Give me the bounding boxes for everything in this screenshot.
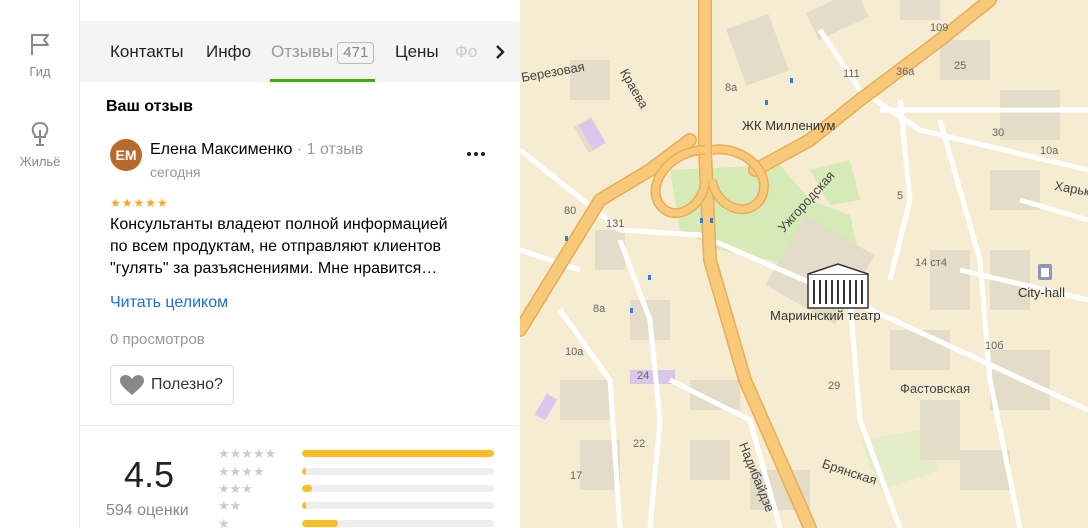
house-number: 10а xyxy=(565,346,584,358)
tab-info[interactable]: Инфо xyxy=(206,42,251,62)
distribution-bar xyxy=(302,450,494,457)
author-review-count: · 1 отзыв xyxy=(296,141,364,158)
house-number: 30 xyxy=(992,127,1005,139)
map-label-city-hall[interactable]: City-hall xyxy=(1018,285,1065,300)
distribution-fill xyxy=(302,450,494,457)
tab-prices[interactable]: Цены xyxy=(395,42,439,62)
house-number: 22 xyxy=(633,438,646,450)
helpful-button[interactable]: Полезно? xyxy=(110,365,234,405)
review-more-button[interactable] xyxy=(464,142,488,166)
review-stars: ★★★★★ xyxy=(110,196,169,210)
distribution-fill xyxy=(302,468,306,475)
house-number: 80 xyxy=(564,205,577,217)
rail-item-label: Гид xyxy=(29,64,51,79)
distribution-fill xyxy=(302,502,306,509)
tab-contacts[interactable]: Контакты xyxy=(110,42,183,62)
distribution-row-5: ★★★★★ xyxy=(218,446,498,461)
street-label: Фастовская xyxy=(900,381,971,396)
distribution-stars: ★★★★★ xyxy=(218,446,277,461)
rail-item-housing[interactable]: Жильё xyxy=(0,120,80,169)
tab-photos[interactable]: Фо xyxy=(455,42,477,62)
flag-icon xyxy=(31,34,49,55)
tab-bar: Контакты Инфо Отзывы 471 Цены Фо xyxy=(80,22,520,82)
tab-reviews[interactable]: Отзывы 471 xyxy=(271,42,375,64)
house-number: 25 xyxy=(954,60,967,72)
house-number: 109 xyxy=(930,22,949,34)
house-number: 17 xyxy=(570,470,583,482)
rail-item-label: Жильё xyxy=(19,154,61,169)
avatar[interactable]: ЕМ xyxy=(110,139,142,171)
author-name[interactable]: Елена Максименко xyxy=(150,141,292,158)
house-number: 10а xyxy=(1040,145,1059,157)
heart-icon xyxy=(120,375,144,395)
rail-item-guide[interactable]: Гид xyxy=(0,30,80,79)
tabs-next-button[interactable] xyxy=(480,22,520,82)
house-number: 24 xyxy=(637,370,650,382)
distribution-stars: ★ xyxy=(218,516,230,528)
house-number: 131 xyxy=(606,218,625,230)
house-number: 8а xyxy=(593,303,606,315)
map-canvas[interactable] xyxy=(520,0,1088,528)
house-number: 29 xyxy=(828,380,841,392)
review-views: 0 просмотров xyxy=(110,331,205,348)
tab-reviews-count: 471 xyxy=(337,42,375,64)
panel-top-strip xyxy=(80,0,520,22)
city-hall-icon xyxy=(1038,264,1052,280)
house-number: 5 xyxy=(897,190,904,202)
house-number: 36а xyxy=(896,66,915,78)
distribution-stars: ★★★★ xyxy=(218,464,265,479)
house-number: 8а xyxy=(725,82,738,94)
theatre-icon xyxy=(807,263,869,309)
your-review-title: Ваш отзыв xyxy=(106,98,193,115)
distribution-bar xyxy=(302,502,494,509)
distribution-row-2: ★★ xyxy=(218,498,498,513)
section-divider xyxy=(80,425,520,426)
review-text-line: по всем продуктам, не отправляют клиенто… xyxy=(110,238,442,255)
review-author: Елена Максименко · 1 отзыв xyxy=(150,141,363,159)
distribution-row-3: ★★★ xyxy=(218,481,498,496)
rating-count: 594 оценки xyxy=(106,502,189,519)
map-view[interactable]: ЖК Миллениум Мариинский театр City-hall … xyxy=(520,0,1088,528)
house-number: 14 ст4 xyxy=(915,257,947,269)
helpful-label: Полезно? xyxy=(151,376,223,393)
house-number: 10б xyxy=(985,340,1004,352)
distribution-bar xyxy=(302,485,494,492)
review-date: сегодня xyxy=(150,164,201,180)
review-text-line: Консультанты владеют полной информацией xyxy=(110,216,448,233)
more-dots-icon xyxy=(467,152,485,156)
distribution-row-4: ★★★★ xyxy=(218,464,498,479)
distribution-fill xyxy=(302,485,312,492)
distribution-row-1: ★ xyxy=(218,516,498,528)
distribution-stars: ★★ xyxy=(218,498,242,513)
chevron-right-icon xyxy=(496,45,505,59)
tree-house-icon xyxy=(31,121,49,146)
left-rail: Гид Жильё xyxy=(0,0,80,528)
average-rating: 4.5 xyxy=(124,454,175,495)
distribution-bar xyxy=(302,520,494,527)
map-label-zhk[interactable]: ЖК Миллениум xyxy=(742,118,835,133)
tab-reviews-label: Отзывы xyxy=(271,42,334,61)
organization-panel: Контакты Инфо Отзывы 471 Цены Фо Ваш отзы… xyxy=(80,0,520,528)
building-highlight xyxy=(534,393,558,421)
distribution-fill xyxy=(302,520,339,527)
review-text: Консультанты владеют полной информацией … xyxy=(110,214,490,280)
active-tab-indicator xyxy=(270,79,375,82)
distribution-stars: ★★★ xyxy=(218,481,253,496)
house-number: 111 xyxy=(843,68,860,80)
read-more-link[interactable]: Читать целиком xyxy=(110,294,228,312)
review-text-line: "гулять" за разъяснениями. Мне нравится… xyxy=(110,260,438,277)
map-label-theatre[interactable]: Мариинский театр xyxy=(770,308,881,323)
distribution-bar xyxy=(302,468,494,475)
